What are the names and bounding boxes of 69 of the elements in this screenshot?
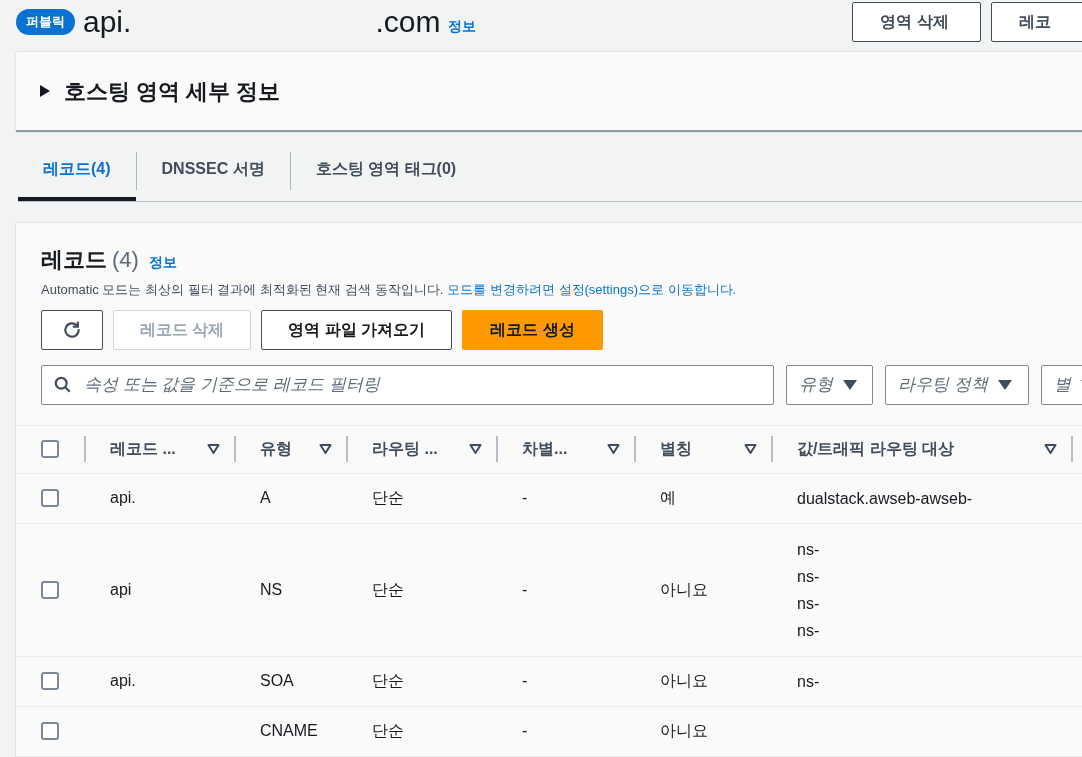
table-cell-text: ns- [797,671,821,692]
zone-title: .com [375,7,441,37]
sort-icon[interactable] [469,444,482,454]
zone-title: api. [83,7,132,37]
sort-icon[interactable] [607,444,620,454]
refresh-icon [62,319,82,340]
table-cell-text: ns- [797,593,821,614]
column-header: 유형 [260,439,292,459]
table-cell-text: dualstack.awseb-awseb- [797,488,974,509]
refresh-button[interactable] [41,309,103,350]
records-heading: 레코드 [41,246,107,274]
table-cell: - [522,672,528,689]
header-button[interactable]: 영역 삭제 [852,2,982,42]
table-cell: 단순 [372,722,404,739]
settings-link[interactable]: 모드를 변경하려면 설정(settings)으로 이동합니다. [447,280,737,300]
action-button[interactable]: 영역 파일 가져오기 [261,309,453,350]
description-text: Automatic 모드는 최상의 필터 결과에 최적화된 현재 검색 동작입니다. [41,281,444,299]
record-count: (4) [112,246,139,274]
dropdown-caret-icon [843,379,857,390]
table-cell: A [260,489,271,506]
sort-icon[interactable] [1044,444,1057,454]
public-badge: 퍼블릭 [16,9,75,35]
search-icon [54,375,72,394]
checkbox[interactable] [41,489,59,507]
table-cell: 아니요 [660,580,708,598]
details-toggle[interactable]: 호스팅 영역 세부 정보 [40,74,281,108]
dropdown-caret-icon [997,379,1012,390]
tab[interactable]: DNSSEC 서명 [136,140,290,201]
table-cell: api. [110,672,136,689]
sort-icon[interactable] [744,444,757,454]
table-cell: - [522,580,528,598]
create-button[interactable]: 레코드 생성 [462,309,603,350]
column-header: 라우팅 ... [372,439,438,459]
tab[interactable]: 레코드(4) [18,140,136,201]
sort-icon[interactable] [319,444,332,454]
table-cell-text: ns- [797,539,821,560]
info-link[interactable]: 정보 [448,15,477,37]
table-cell: api. [110,489,136,506]
checkbox[interactable] [41,440,59,458]
table-cell-text: ns- [797,566,821,587]
table-cell: SOA [260,672,294,689]
table-cell: 단순 [372,672,404,689]
checkbox[interactable] [41,672,59,690]
sort-icon[interactable] [207,444,220,454]
filter-dropdown[interactable]: 라우팅 정책 [885,364,1029,405]
column-header: 레코드 ... [110,439,176,459]
table-cell: 단순 [372,489,404,506]
column-header: 값/트래픽 라우팅 대상 [797,439,955,459]
header-button[interactable]: 레코 [991,2,1082,42]
info-link[interactable]: 정보 [148,252,177,273]
table-cell: CNAME [260,722,318,739]
filter-dropdown[interactable]: 별 [1041,364,1082,405]
table-cell: NS [260,580,283,598]
checkbox[interactable] [41,580,59,599]
search-field[interactable]: 속성 또는 값을 기준으로 레코드 필터링 [41,364,774,405]
filter-dropdown[interactable]: 유형 [786,364,873,405]
table-cell: 아니요 [660,672,708,689]
column-header: 별칭 [660,439,692,459]
table-cell: - [522,722,528,739]
table-cell-text: ns- [797,620,821,641]
expand-caret-icon [40,85,50,97]
table-cell: 단순 [372,580,404,598]
column-header: 차별... [522,439,568,459]
tab[interactable]: 호스팅 영역 태그(0) [290,140,482,201]
checkbox[interactable] [41,722,59,740]
table-cell: 예 [660,489,676,506]
table-cell: 아니요 [660,722,708,739]
table-cell: - [522,489,528,506]
table-cell: api [110,580,132,598]
